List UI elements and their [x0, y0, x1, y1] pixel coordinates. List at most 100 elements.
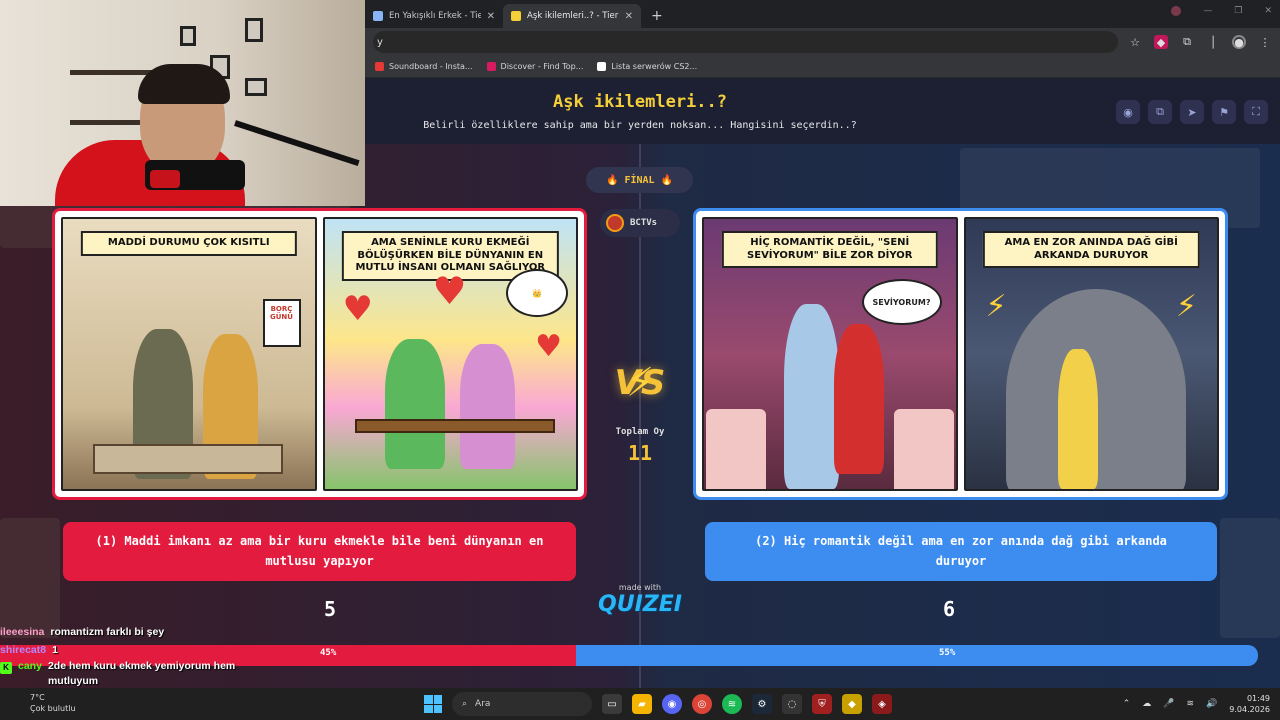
- security-app-icon[interactable]: ⛨: [812, 694, 832, 714]
- bookmark-1[interactable]: Discover - Find Top...: [486, 62, 583, 71]
- copy-icon[interactable]: ⧉: [1148, 100, 1172, 124]
- clock-time: 01:49: [1246, 694, 1270, 703]
- chevron-up-icon[interactable]: ⌃: [1123, 699, 1131, 709]
- profile-avatar[interactable]: ●: [1232, 35, 1246, 49]
- cloud-icon[interactable]: ☁: [1142, 699, 1151, 709]
- header-actions: ◉ ⧉ ➤ ⚑ ⛶: [1116, 100, 1268, 124]
- minimize-icon[interactable]: —: [1203, 6, 1212, 16]
- option-1-button[interactable]: (1) Maddi imkanı az ama bir kuru ekmekle…: [63, 522, 576, 581]
- close-icon[interactable]: ✕: [625, 11, 633, 22]
- illustration-bed: [93, 444, 283, 474]
- profile-dot-icon[interactable]: [1171, 6, 1182, 16]
- background-tile: [0, 518, 60, 638]
- steam-icon[interactable]: ⚙: [752, 694, 772, 714]
- tab-1[interactable]: Aşk ikilemleri..? - Tier List, Kör S ✕: [503, 4, 641, 28]
- file-explorer-icon[interactable]: ▰: [632, 694, 652, 714]
- share-icon[interactable]: ➤: [1180, 100, 1204, 124]
- taskbar-apps: ⌕ Ara ▭ ▰ ◉ ◎ ≋ ⚙ ◌ ⛨ ◆ ◈: [424, 692, 892, 716]
- restore-icon[interactable]: ❐: [1234, 6, 1242, 16]
- windows-start-icon[interactable]: [424, 695, 442, 713]
- illustration-table: [706, 409, 766, 489]
- weather-temp: 7°C: [30, 693, 45, 702]
- volume-icon[interactable]: 🔊: [1206, 699, 1217, 709]
- clock[interactable]: 01:49 9.04.2026: [1229, 693, 1270, 715]
- bookmark-icon: [486, 62, 496, 71]
- spotify-icon[interactable]: ≋: [722, 694, 742, 714]
- tab-title: En Yakışıklı Erkek - Tier List, Kör: [389, 11, 481, 21]
- illustration-man: [384, 339, 445, 469]
- option-1-panel-2: AMA SENİNLE KURU EKMEĞİ BÖLÜŞÜRKEN BİLE …: [322, 217, 578, 491]
- option-1-percent: 45%: [320, 648, 337, 658]
- eye-icon[interactable]: ◉: [1116, 100, 1140, 124]
- round-badge: 🔥 FİNAL 🔥: [586, 167, 693, 193]
- thought-bubble: 👑: [506, 269, 568, 317]
- app-icon[interactable]: ◈: [872, 694, 892, 714]
- fullscreen-icon[interactable]: ⛶: [1244, 100, 1268, 124]
- app-icon[interactable]: ◆: [842, 694, 862, 714]
- option-1-card[interactable]: MADDİ DURUMU ÇOK KISITLI BORÇ GÜNÜ AMA S…: [52, 208, 587, 500]
- star-icon[interactable]: ☆: [1128, 35, 1142, 49]
- quizei-logo[interactable]: QUIZEI: [595, 592, 685, 617]
- wifi-icon[interactable]: ≋: [1187, 699, 1195, 709]
- microphone-icon[interactable]: 🎤: [1163, 699, 1174, 709]
- puzzle-icon[interactable]: ⧉: [1180, 35, 1194, 49]
- close-window-icon[interactable]: ✕: [1264, 6, 1272, 16]
- extension-icon[interactable]: ◆: [1154, 35, 1168, 49]
- taskbar-search[interactable]: ⌕ Ara: [452, 692, 592, 716]
- discord-icon[interactable]: ◉: [662, 694, 682, 714]
- host-badge: BCTVs: [600, 209, 680, 237]
- new-tab-button[interactable]: +: [641, 4, 673, 28]
- fire-icon: 🔥: [660, 174, 673, 186]
- weather-widget[interactable]: 7°C Çok bulutlu: [30, 692, 76, 714]
- streamer-hair: [138, 64, 230, 104]
- panel-caption: MADDİ DURUMU ÇOK KISITLI: [80, 231, 297, 256]
- wall-photo-frame: [245, 78, 267, 96]
- bookmarks-bar: Soundboard - Insta... Discover - Find To…: [365, 56, 1280, 78]
- tab-strip: En Yakışıklı Erkek - Tier List, Kör ✕ Aş…: [365, 0, 1280, 28]
- wall-photo-frame: [180, 26, 196, 46]
- task-view-icon[interactable]: ▭: [602, 694, 622, 714]
- option-2-percent: 55%: [939, 648, 956, 658]
- close-icon[interactable]: ✕: [487, 11, 495, 22]
- tab-0[interactable]: En Yakışıklı Erkek - Tier List, Kör ✕: [365, 4, 503, 28]
- flag-icon[interactable]: ⚑: [1212, 100, 1236, 124]
- option-2-card[interactable]: HİÇ ROMANTİK DEĞİL, "SENİ SEVİYORUM" BİL…: [693, 208, 1228, 500]
- heart-icon: ♥: [342, 289, 373, 329]
- windows-taskbar: 7°C Çok bulutlu ⌕ Ara ▭ ▰ ◉ ◎ ≋ ⚙ ◌ ⛨ ◆ …: [0, 688, 1280, 720]
- option-1-panel-1: MADDİ DURUMU ÇOK KISITLI BORÇ GÜNÜ: [61, 217, 317, 491]
- bookmark-icon: [375, 62, 384, 71]
- host-name: BCTVs: [630, 218, 658, 228]
- chat-text: 1: [52, 644, 58, 656]
- address-input[interactable]: y: [373, 31, 1118, 53]
- host-avatar: [606, 214, 624, 232]
- option-2-button[interactable]: (2) Hiç romantik değil ama en zor anında…: [705, 522, 1217, 581]
- screen: Aşk ikilemleri..? Belirli özelliklere sa…: [0, 0, 1280, 720]
- favicon-icon: [511, 11, 521, 21]
- wall-photo-frame: [245, 18, 263, 42]
- quiz-subtitle: Belirli özelliklere sahip ama bir yerden…: [423, 120, 857, 131]
- favicon-icon: [373, 11, 383, 21]
- menu-icon[interactable]: ⋮: [1258, 35, 1272, 49]
- divider-icon: │: [1209, 35, 1217, 49]
- clock-date: 9.04.2026: [1229, 705, 1270, 714]
- illustration-bench: [354, 419, 555, 433]
- chrome-icon[interactable]: ◎: [692, 694, 712, 714]
- calendar-sign: BORÇ GÜNÜ: [262, 299, 301, 347]
- chat-username: ileeesina: [0, 626, 45, 638]
- microphone-accent: [150, 170, 180, 188]
- weather-desc: Çok bulutlu: [30, 704, 76, 713]
- bookmark-0[interactable]: Soundboard - Insta...: [375, 62, 473, 71]
- obs-icon[interactable]: ◌: [782, 694, 802, 714]
- bookmark-label: Lista serwerów CS2...: [611, 62, 698, 71]
- chat-message: ileeesina romantizm farklı bi şey: [0, 623, 300, 641]
- option-2-panel-2: AMA EN ZOR ANINDA DAĞ GİBİ ARKANDA DURUY…: [963, 217, 1219, 491]
- illustration-man: [784, 304, 839, 489]
- toolbar-icons: ☆ ◆ ⧉ │ ● ⋮: [1128, 35, 1272, 49]
- chat-message: shirecat8 1: [0, 641, 300, 659]
- address-bar-row: y ☆ ◆ ⧉ │ ● ⋮: [365, 28, 1280, 56]
- bookmark-label: Soundboard - Insta...: [389, 62, 473, 71]
- webcam-overlay: [0, 0, 365, 206]
- chat-text: 2de hem kuru ekmek yemiyorum hem mutluyu…: [47, 660, 236, 687]
- lightning-icon: ⚡: [1175, 289, 1197, 324]
- bookmark-2[interactable]: Lista serwerów CS2...: [597, 62, 697, 71]
